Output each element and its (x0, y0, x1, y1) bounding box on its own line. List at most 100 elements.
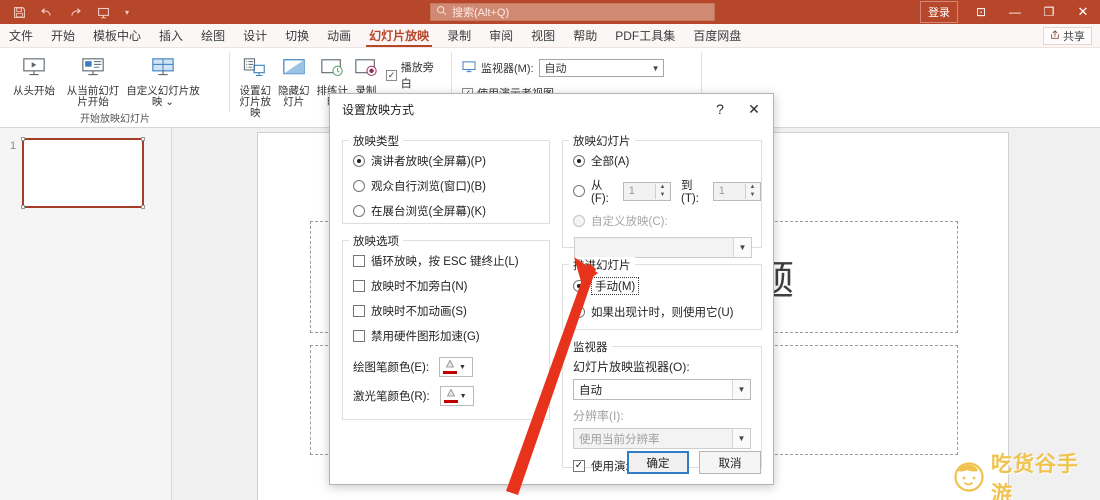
tab-pdf-tools[interactable]: PDF工具集 (606, 24, 684, 48)
radio-browsed-by-individual[interactable]: 观众自行浏览(窗口)(B) (353, 178, 549, 194)
to-slide-spinner[interactable]: 1 ▲ ▼ (713, 182, 761, 201)
spinner-down-icon[interactable]: ▼ (656, 191, 669, 199)
radio-advance-using-timings[interactable]: 如果出现计时，则使用它(U) (573, 304, 761, 320)
sign-in-button[interactable]: 登录 (920, 1, 958, 23)
radio-custom-show[interactable]: 自定义放映(C): (573, 213, 761, 229)
chevron-down-icon[interactable]: ▼ (733, 238, 751, 257)
resolution-label: 分辨率(I): (573, 407, 751, 424)
fieldset-show-options: 放映选项 循环放映，按 ESC 键终止(L) 放映时不加旁白(N) 放映时不加动… (342, 240, 550, 420)
ribbon-button-label: 从头开始 (13, 86, 55, 97)
search-input[interactable]: 搜索(Alt+Q) (430, 3, 715, 21)
resolution-combo[interactable]: 使用当前分辨率 ▼ (573, 428, 751, 449)
close-icon[interactable]: ✕ (737, 95, 771, 123)
resize-handle[interactable] (141, 137, 145, 141)
slide-thumbnail-pane[interactable]: 1 (0, 128, 172, 500)
tab-draw[interactable]: 绘图 (192, 24, 234, 48)
save-icon[interactable] (6, 1, 32, 23)
spinner-arrows[interactable]: ▲ ▼ (655, 184, 669, 199)
title-bar: ▾ 演示文稿1 - PowerPoint 搜索(Alt+Q) 登录 ⊡ — ❐ … (0, 0, 1100, 24)
tab-record[interactable]: 录制 (438, 24, 480, 48)
help-icon[interactable]: ? (703, 95, 737, 123)
spinner-up-icon[interactable]: ▲ (656, 184, 669, 192)
laser-color-picker[interactable]: ▼ (440, 386, 474, 406)
ribbon-button-from-beginning[interactable]: 从头开始 (6, 51, 62, 97)
slideshow-monitor-value: 自动 (579, 382, 602, 398)
from-label: 从(F): (591, 177, 617, 205)
set-up-show-dialog[interactable]: 设置放映方式 ? ✕ 放映类型 演讲者放映(全屏幕)(P) 观众自行浏览(窗口)… (329, 93, 774, 485)
tab-design[interactable]: 设计 (234, 24, 276, 48)
pen-icon (443, 388, 459, 404)
ribbon-tab-strip: 文件 开始 模板中心 插入 绘图 设计 切换 动画 幻灯片放映 录制 审阅 视图… (0, 24, 1100, 48)
share-button[interactable]: 共享 (1043, 27, 1092, 45)
slide-thumbnail[interactable] (22, 138, 144, 208)
ok-button[interactable]: 确定 (627, 451, 689, 474)
thumbnail-item[interactable]: 1 (10, 138, 144, 208)
fieldset-monitors: 监视器 幻灯片放映监视器(O): 自动 ▼ 分辨率(I): 使用当前分辨率 ▼ … (562, 346, 762, 468)
checkbox-label: 禁用硬件图形加速(G) (371, 328, 480, 344)
monitor-select[interactable]: 自动 ▼ (539, 59, 664, 77)
radio-slide-range-row[interactable]: 从(F): 1 ▲ ▼ 到(T): 1 ▲ (573, 177, 761, 205)
spinner-up-icon[interactable]: ▲ (746, 184, 759, 192)
tab-home[interactable]: 开始 (42, 24, 84, 48)
ribbon-checkbox-play-narrations[interactable]: ✓ 播放旁白 (386, 59, 442, 91)
tab-review[interactable]: 审阅 (480, 24, 522, 48)
chevron-down-icon[interactable]: ▼ (732, 429, 750, 448)
radio-mark (353, 180, 365, 192)
checkbox-show-without-animation[interactable]: 放映时不加动画(S) (353, 303, 549, 319)
resize-handle[interactable] (21, 205, 25, 209)
checkbox-box (353, 255, 365, 267)
ribbon-button-custom-slide-show[interactable]: 自定义幻灯片放映 ⌄ (124, 51, 202, 108)
chevron-down-icon: ▼ (460, 393, 467, 400)
ribbon-button-set-up-slide-show[interactable]: 设置幻灯片放映 (236, 51, 274, 119)
tab-slide-show[interactable]: 幻灯片放映 (360, 24, 438, 48)
maximize-restore-button[interactable]: ❐ (1032, 0, 1066, 24)
radio-presented-by-speaker[interactable]: 演讲者放映(全屏幕)(P) (353, 153, 549, 169)
tab-file[interactable]: 文件 (0, 24, 42, 48)
close-button[interactable]: ✕ (1066, 0, 1100, 24)
tab-baidu-netdisk[interactable]: 百度网盘 (684, 24, 750, 48)
ribbon-display-options-icon[interactable]: ⊡ (964, 0, 998, 24)
from-slide-spinner[interactable]: 1 ▲ ▼ (623, 182, 671, 201)
present-icon[interactable] (90, 1, 116, 23)
radio-mark (573, 215, 585, 227)
tab-insert[interactable]: 插入 (150, 24, 192, 48)
ribbon-button-hide-slide[interactable]: 隐藏幻灯片 (274, 51, 312, 108)
undo-icon[interactable] (34, 1, 60, 23)
pen-color-picker[interactable]: ▼ (439, 357, 473, 377)
chevron-down-icon[interactable]: ▾ (118, 8, 136, 17)
checkbox-show-without-narration[interactable]: 放映时不加旁白(N) (353, 278, 549, 294)
radio-advance-manually[interactable]: 手动(M) (573, 277, 761, 295)
resize-handle[interactable] (21, 137, 25, 141)
share-icon (1050, 30, 1060, 43)
redo-icon[interactable] (62, 1, 88, 23)
tab-view[interactable]: 视图 (522, 24, 564, 48)
tab-animations[interactable]: 动画 (318, 24, 360, 48)
custom-show-combo[interactable]: ▼ (574, 237, 752, 258)
ribbon-button-record[interactable]: 录制 (351, 51, 380, 97)
spinner-arrows[interactable]: ▲ ▼ (745, 184, 759, 199)
minimize-button[interactable]: — (998, 0, 1032, 24)
resize-handle[interactable] (141, 205, 145, 209)
fieldset-advance-slides: 推进幻灯片 手动(M) 如果出现计时，则使用它(U) (562, 264, 762, 330)
cancel-button[interactable]: 取消 (699, 451, 761, 474)
custom-show-icon (150, 54, 176, 84)
tab-template-center[interactable]: 模板中心 (84, 24, 150, 48)
slideshow-monitor-combo[interactable]: 自动 ▼ (573, 379, 751, 400)
ribbon-button-label: 从当前幻灯片开始 (62, 86, 124, 108)
fieldset-show-slides: 放映幻灯片 全部(A) 从(F): 1 ▲ ▼ (562, 140, 762, 248)
checkbox-disable-hardware-acceleration[interactable]: 禁用硬件图形加速(G) (353, 328, 549, 344)
tab-help[interactable]: 帮助 (564, 24, 606, 48)
monitor-icon (462, 61, 476, 76)
checkbox-box (353, 305, 365, 317)
to-label: 到(T): (681, 177, 707, 205)
from-slide-value: 1 (629, 185, 635, 197)
checkbox-label: 循环放映，按 ESC 键终止(L) (371, 253, 519, 269)
checkbox-box: ✓ (386, 70, 396, 81)
spinner-down-icon[interactable]: ▼ (746, 191, 759, 199)
radio-browsed-at-kiosk[interactable]: 在展台浏览(全屏幕)(K) (353, 203, 549, 219)
chevron-down-icon[interactable]: ▼ (732, 380, 750, 399)
checkbox-loop-until-esc[interactable]: 循环放映，按 ESC 键终止(L) (353, 253, 549, 269)
tab-transitions[interactable]: 切换 (276, 24, 318, 48)
radio-all-slides[interactable]: 全部(A) (573, 153, 761, 169)
ribbon-button-from-current-slide[interactable]: 从当前幻灯片开始 (62, 51, 124, 108)
